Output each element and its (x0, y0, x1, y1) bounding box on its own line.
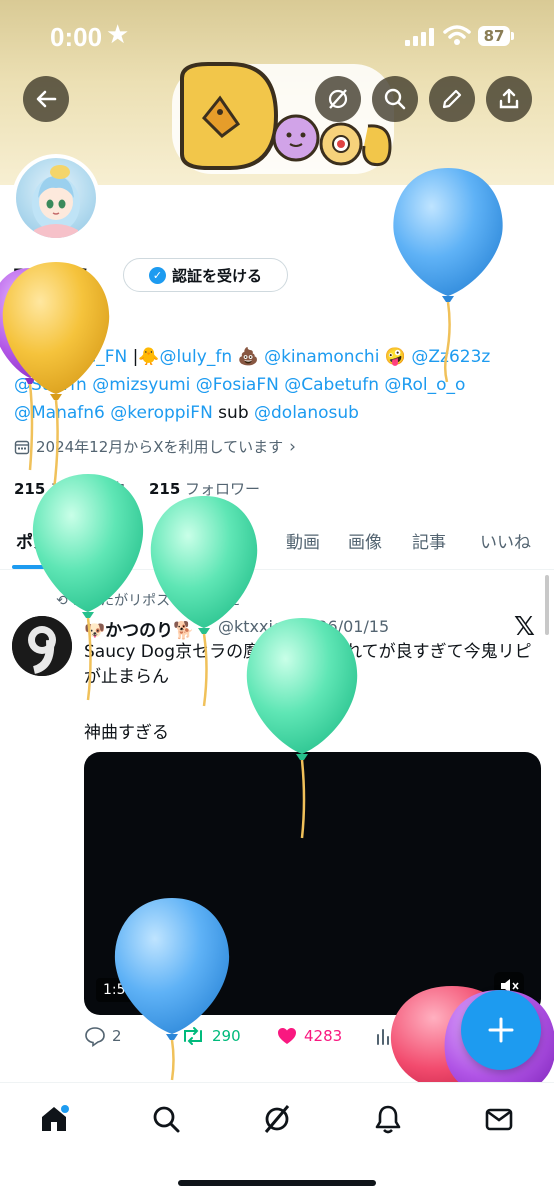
bio-mention-link[interactable]: @dolanosub (254, 403, 359, 423)
profile-handle: @dola_fn (14, 299, 88, 318)
bio-mention-link[interactable]: @Zz623z (411, 347, 490, 367)
tab-posts[interactable]: ポスト (16, 528, 67, 553)
tab-replies[interactable]: 返信 (104, 528, 138, 553)
bio-mention-link[interactable]: @Manafn6 (14, 403, 105, 423)
repost-button[interactable]: 290 (180, 1025, 241, 1047)
star-icon: ★ (106, 20, 130, 50)
bio-mention-link[interactable]: @mizsyumi (92, 375, 190, 395)
nav-grok[interactable] (261, 1103, 293, 1135)
search-icon (153, 1106, 180, 1133)
messages-icon (485, 1108, 513, 1131)
followers-label: フォロワー (185, 480, 261, 498)
notifications-icon (375, 1105, 401, 1134)
share-icon (499, 88, 519, 109)
battery-tip (511, 32, 514, 40)
like-count: 4283 (304, 1027, 343, 1045)
followers-link[interactable]: 215 フォロワー (149, 480, 260, 498)
nav-notifications[interactable] (372, 1103, 404, 1135)
scrollbar[interactable] (545, 575, 549, 635)
wifi-icon (443, 25, 471, 45)
back-arrow-icon (36, 90, 57, 108)
battery-indicator: 87 (478, 26, 510, 46)
bio-text: 💩 (232, 347, 265, 367)
plus-icon (488, 1017, 514, 1043)
verified-check-icon: ✓ (148, 266, 166, 284)
bio-text: 🤪 (379, 347, 412, 367)
analytics-icon (377, 1029, 394, 1045)
bio-text: |🐥 (127, 347, 160, 367)
grok-icon (264, 1105, 290, 1133)
bio-mention-link[interactable]: @Rol_o_o (384, 375, 465, 395)
avatar-illustration (32, 165, 80, 238)
post-author-handle-date: @ktxxic · 2026/01/15 (218, 617, 390, 636)
post-author-name[interactable]: 🐶かつのり🐕 (84, 616, 194, 641)
like-button[interactable]: 4283 (276, 1025, 342, 1047)
edit-button[interactable] (429, 76, 475, 122)
reply-button[interactable]: 2 (84, 1025, 122, 1047)
chevron-right-icon[interactable]: › (289, 437, 296, 457)
get-verified-button[interactable]: ✓ 認証を受ける (123, 258, 288, 292)
share-button[interactable] (486, 76, 532, 122)
bio-mention-link[interactable]: @keroppiFN (110, 403, 213, 423)
cellular-signal-icon (405, 28, 435, 46)
avatar-image (12, 616, 72, 676)
following-link[interactable]: 215 フォロー中 (14, 480, 125, 498)
tab-images[interactable]: 画像 (348, 528, 382, 553)
join-date-text: 2024年12月からXを利用しています (36, 438, 284, 456)
repost-count: 290 (212, 1027, 241, 1045)
bio-mention-link[interactable]: @Suerfn (14, 375, 87, 395)
status-time: 0:00 (50, 22, 103, 52)
nav-search[interactable] (150, 1103, 182, 1135)
bio-mention-link[interactable]: @FosiaFN (196, 375, 279, 395)
profile-bio: @Fortune_FN |🐥@luly_fn 💩 @kinamonchi 🤪 @… (14, 343, 544, 427)
repost-small-icon: ⟲ (56, 593, 68, 609)
compose-post-button[interactable] (461, 990, 541, 1070)
tab-likes[interactable]: いいね (480, 528, 531, 553)
x-logo-icon: 𝕏 (514, 612, 535, 642)
tab-articles[interactable]: 記事 (412, 528, 446, 553)
dora-logo-banner (172, 62, 394, 174)
video-duration: 1:52 (96, 978, 142, 1002)
followers-count: 215 (148, 480, 181, 498)
nav-home[interactable] (38, 1103, 70, 1135)
edit-icon (442, 89, 462, 109)
search-button[interactable] (372, 76, 418, 122)
get-verified-label: 認証を受ける (171, 266, 262, 285)
active-tab-indicator (12, 565, 52, 569)
heart-icon (278, 1028, 296, 1044)
home-indicator (178, 1180, 376, 1186)
following-count: 215 (14, 480, 46, 498)
mute-slash-icon (328, 89, 348, 109)
bio-mention-link[interactable]: @Fortune_FN (14, 347, 127, 367)
repost-icon (184, 1027, 202, 1045)
post-author-avatar[interactable] (12, 616, 72, 676)
views-button[interactable]: 14万 (374, 1025, 436, 1047)
bio-text: sub (212, 403, 255, 423)
profile-name: FFどら (12, 264, 93, 292)
post-text: Saucy Dog京セラの魔法にかけられてが良すぎて今鬼リピが止まらん (84, 642, 532, 687)
tab-videos[interactable]: 動画 (286, 528, 320, 553)
follow-stats: 215 フォロー中 215 フォロワー (14, 478, 260, 499)
calendar-icon (14, 440, 30, 454)
back-button[interactable] (23, 76, 69, 122)
nav-messages[interactable] (483, 1103, 515, 1135)
bio-mention-link[interactable]: @Cabetufn (284, 375, 379, 395)
tab-highlights[interactable]: ハイライト (166, 528, 251, 553)
post-video[interactable] (84, 752, 541, 1015)
search-icon (384, 88, 406, 110)
home-icon (42, 1105, 69, 1131)
bio-mention-link[interactable]: @luly_fn (160, 347, 233, 367)
repost-note: ⟲ あなたがリポストしました (56, 590, 240, 610)
profile-tabs: ポスト 返信 ハイライト 動画 画像 記事 いいね (0, 522, 554, 570)
repost-note-text: あなたがリポストしました (72, 593, 241, 609)
reply-icon (85, 1027, 105, 1047)
bio-mention-link[interactable]: @kinamonchi (264, 347, 379, 367)
reply-count: 2 (112, 1027, 122, 1045)
following-label: フォロー中 (50, 480, 126, 498)
join-date: 2024年12月からXを利用しています › (14, 436, 296, 457)
post-text-line2: 神曲すぎる (84, 723, 169, 743)
views-count: 14万 (402, 1027, 437, 1046)
grok-button[interactable] (315, 76, 361, 122)
profile-avatar[interactable] (12, 154, 100, 242)
